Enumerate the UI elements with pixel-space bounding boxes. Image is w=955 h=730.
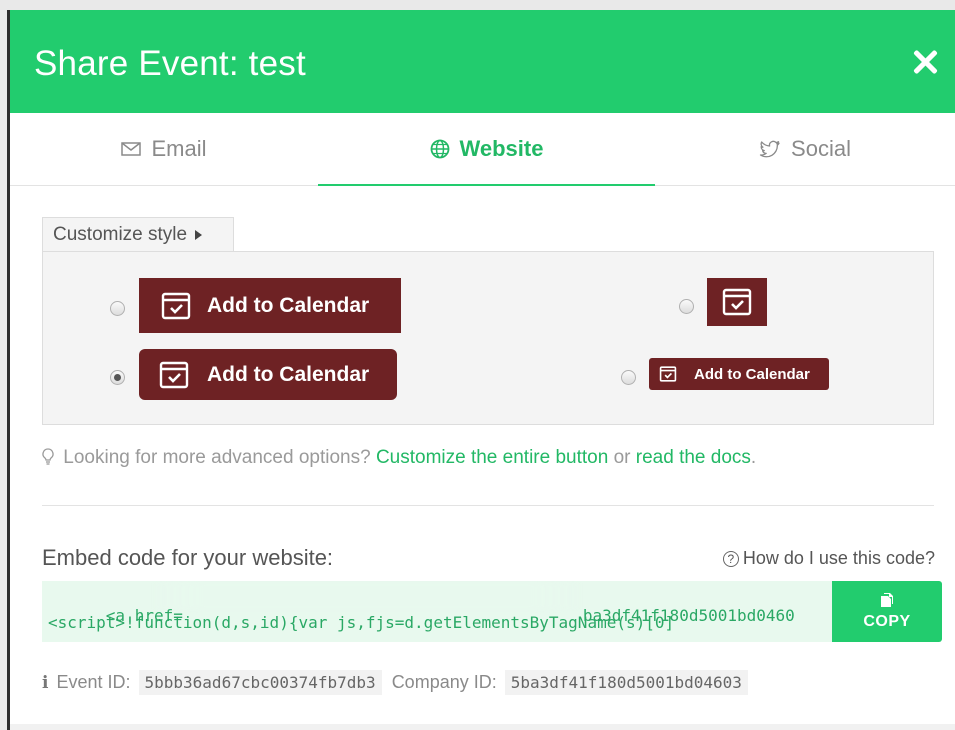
window-edge-top [0, 0, 955, 10]
customize-style-label: Customize style [53, 223, 188, 245]
tab-email[interactable]: Email [10, 113, 318, 185]
window-edge-left [0, 0, 10, 730]
question-circle-icon: ? [722, 550, 739, 567]
button-style-panel: Add to Calendar Add to Calendar Add to C… [42, 251, 934, 425]
calendar-check-icon [722, 288, 752, 316]
tab-email-label: Email [151, 136, 207, 161]
company-id-value: 5ba3df41f180d5001bd04603 [504, 670, 748, 695]
tab-website-label: Website [459, 135, 544, 161]
caret-right-icon [195, 229, 203, 240]
tab-social[interactable]: Social [655, 113, 955, 185]
copy-icon [880, 592, 894, 608]
section-divider [42, 505, 934, 506]
hint-or-text: or [613, 447, 631, 468]
how-to-use-text: How do I use this code? [742, 548, 935, 568]
tab-social-label: Social [791, 136, 851, 161]
calendar-check-icon [659, 366, 677, 382]
embed-code-box[interactable]: <a href= ba3df41f180d5001bd0460 <script>!… [42, 581, 832, 642]
add-to-calendar-button-small[interactable]: Add to Calendar [649, 358, 829, 390]
add-to-calendar-label: Add to Calendar [207, 362, 370, 386]
calendar-check-icon [159, 361, 189, 389]
company-id-label: Company ID: [391, 672, 497, 692]
copy-label: COPY [863, 613, 911, 630]
hint-period: . [750, 447, 757, 468]
window-edge-bottom [10, 724, 955, 730]
style-radio-3[interactable] [679, 299, 694, 314]
read-the-docs-link[interactable]: read the docs [636, 447, 751, 468]
embed-code-label: Embed code for your website: [42, 545, 334, 570]
add-to-calendar-label: Add to Calendar [207, 293, 370, 317]
how-to-use-link[interactable]: ? How do I use this code? [722, 548, 935, 569]
blurred-region [152, 583, 582, 609]
event-id-value: 5bbb36ad67cbc00374fb7db3 [138, 670, 382, 695]
close-icon[interactable] [909, 46, 941, 78]
add-to-calendar-button-large[interactable]: Add to Calendar [139, 278, 401, 333]
advanced-options-hint: Looking for more advanced options? Custo… [42, 447, 756, 471]
embed-code-line-2: <script>!function(d,s,id){var js,fjs=d.g… [48, 613, 675, 632]
style-radio-2[interactable] [110, 370, 125, 385]
globe-icon [430, 139, 450, 159]
twitter-icon [759, 140, 781, 158]
add-to-calendar-label: Add to Calendar [694, 365, 810, 383]
event-id-label: Event ID: [56, 672, 131, 692]
modal-title: Share Event: test [34, 44, 306, 83]
share-event-modal: Share Event: test Email Website Social C… [10, 10, 955, 724]
add-to-calendar-button-rounded[interactable]: Add to Calendar [139, 349, 397, 400]
share-tabs: Email Website Social [10, 113, 955, 186]
tab-website[interactable]: Website [318, 113, 655, 186]
style-radio-1[interactable] [110, 301, 125, 316]
calendar-check-icon [161, 292, 191, 320]
add-to-calendar-button-icon-only[interactable] [707, 278, 767, 326]
style-radio-4[interactable] [621, 370, 636, 385]
customize-style-toggle[interactable]: Customize style [42, 217, 234, 251]
modal-header: Share Event: test [10, 10, 955, 113]
envelope-icon [121, 142, 142, 156]
id-info-row: i Event ID: 5bbb36ad67cbc00374fb7db3 Com… [42, 670, 758, 695]
lightbulb-icon [42, 448, 54, 471]
customize-entire-button-link[interactable]: Customize the entire button [376, 447, 608, 468]
hint-text: Looking for more advanced options? [63, 447, 371, 468]
info-icon: i [42, 672, 49, 693]
copy-button[interactable]: COPY [832, 581, 942, 642]
